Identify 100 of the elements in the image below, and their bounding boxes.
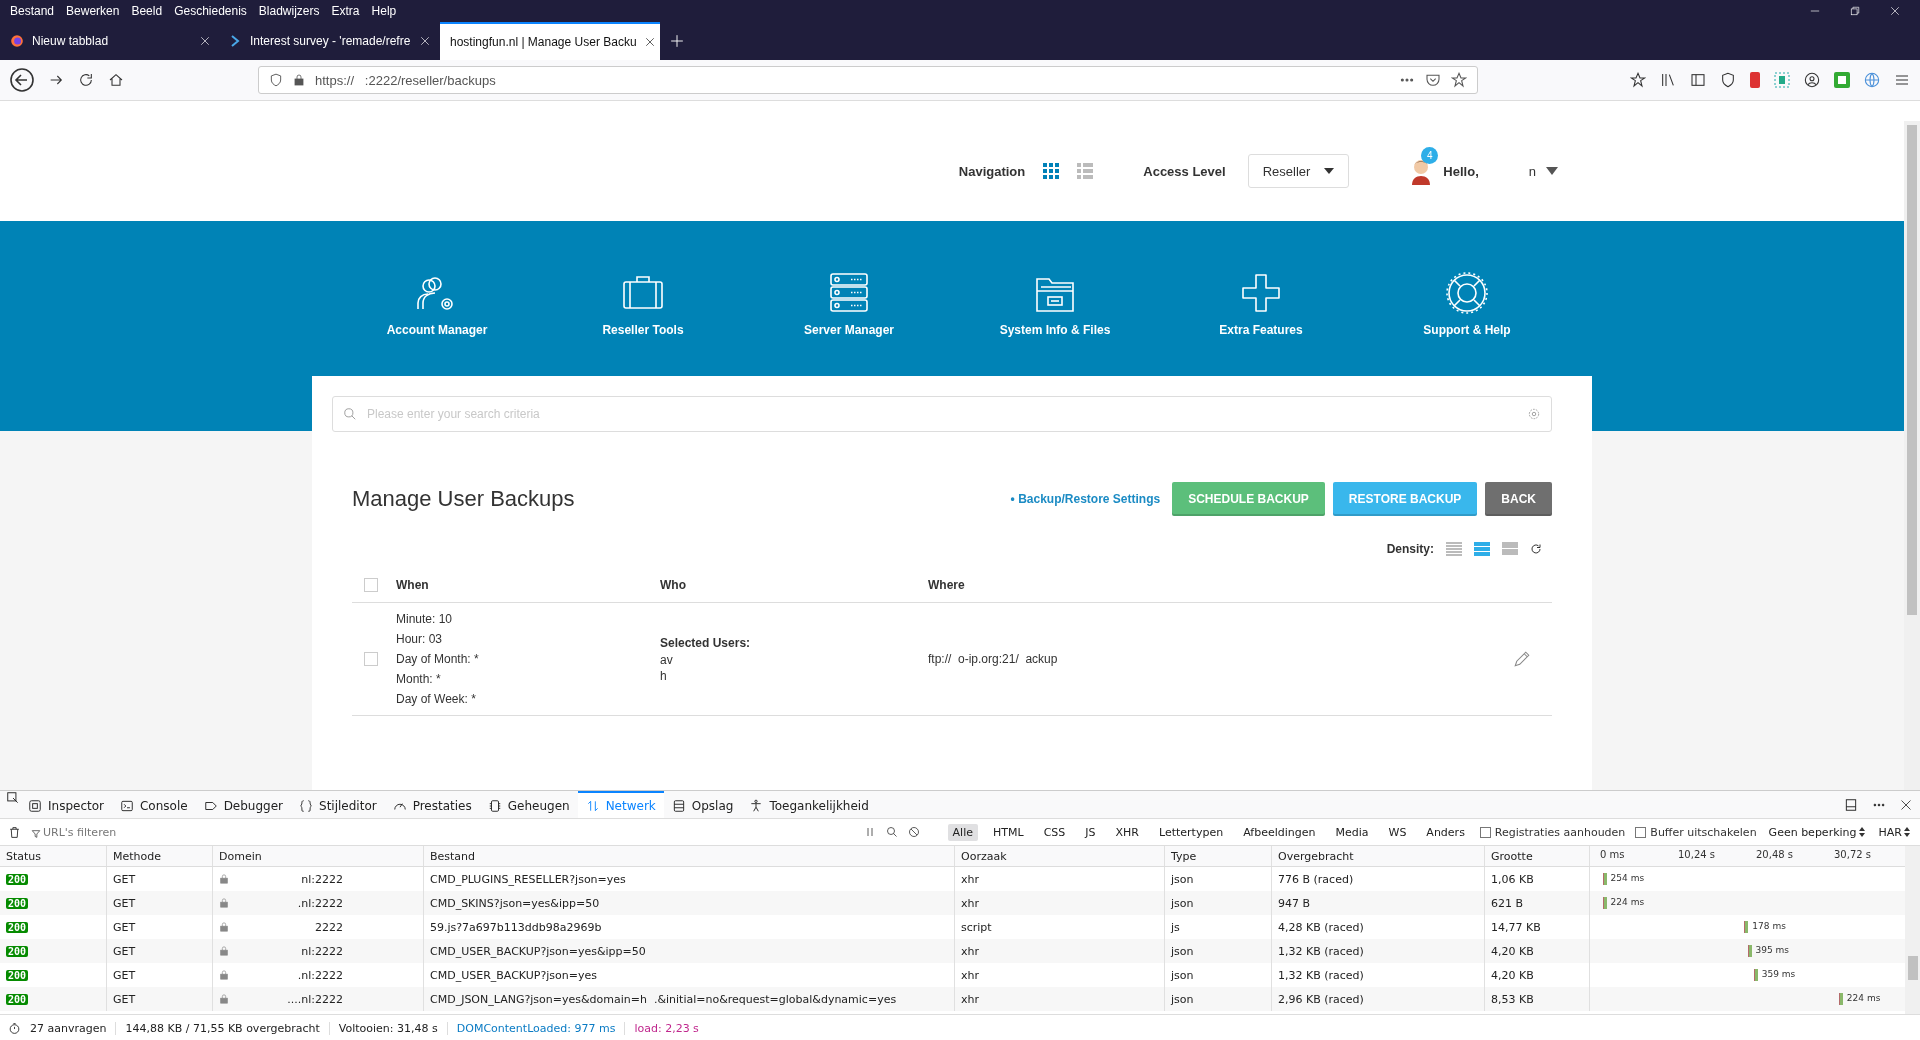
up-down-icon xyxy=(1904,827,1910,837)
close-icon xyxy=(1900,798,1912,811)
menu-item[interactable]: Geschiedenis xyxy=(168,4,253,18)
menu-item[interactable]: Bewerken xyxy=(60,4,126,18)
throttling-dropdown[interactable]: Geen beperking xyxy=(1766,825,1867,839)
figure-icon xyxy=(749,798,764,813)
fox-icon xyxy=(10,34,24,48)
devtools-tab[interactable]: Netwerk xyxy=(577,791,664,818)
globe-icon[interactable] xyxy=(1864,72,1880,88)
browser-tab[interactable]: hostingfun.nl | Manage User Backu xyxy=(440,22,660,60)
type-filter[interactable]: XHR xyxy=(1110,823,1144,841)
devtools-tab[interactable]: Toegankelijkheid xyxy=(741,791,877,818)
column-header[interactable]: Domein xyxy=(213,846,424,866)
settings-link[interactable]: • Backup/Restore Settings xyxy=(1010,492,1161,506)
devtools-tab[interactable]: Debugger xyxy=(195,791,292,818)
har-dropdown[interactable]: HAR xyxy=(1876,825,1912,839)
lock-icon xyxy=(219,994,229,1004)
scrollbar[interactable] xyxy=(1905,846,1920,1014)
grid-view-icon[interactable] xyxy=(1043,163,1060,179)
browser-tab[interactable]: Interest survey - 'remade/refre xyxy=(220,22,440,60)
user-name: h xyxy=(660,667,668,684)
menu-item[interactable]: Beeld xyxy=(125,4,169,18)
density-label: Density: xyxy=(1386,542,1434,556)
lock-icon xyxy=(219,898,229,908)
devtools-tab[interactable]: Geheugen xyxy=(479,791,578,818)
devtools-tab[interactable]: Inspector xyxy=(20,791,112,818)
close-icon xyxy=(644,37,655,47)
timing-bar xyxy=(1602,897,1607,909)
chevron-icon xyxy=(230,35,242,47)
timing-bar xyxy=(1838,993,1843,1005)
back-button[interactable]: BACK xyxy=(1485,482,1552,516)
address-bar[interactable]: https:// :2222/reseller/backups xyxy=(258,66,1478,94)
status-badge: 200 xyxy=(6,897,29,909)
type-filter[interactable]: HTML xyxy=(988,823,1029,841)
column-header[interactable]: Methode xyxy=(107,846,213,866)
access-level-dropdown[interactable]: Reseller xyxy=(1247,154,1350,188)
caret-icon xyxy=(1324,168,1335,174)
console-icon xyxy=(120,798,134,813)
lock-icon xyxy=(219,946,229,956)
type-filter[interactable]: Alle xyxy=(947,823,978,841)
column-header[interactable]: Overgebracht xyxy=(1272,846,1485,866)
type-filter[interactable]: Afbeeldingen xyxy=(1238,823,1321,841)
type-filter[interactable]: Lettertypen xyxy=(1153,823,1229,841)
table-cell: CMD_USER_BACKUP?json=yes&ipp=50 xyxy=(424,939,955,963)
column-header[interactable]: Type xyxy=(1165,846,1272,866)
devtools-tab[interactable]: Stijleditor xyxy=(291,791,385,818)
menu-item[interactable]: Extra xyxy=(325,4,366,18)
option-checkbox[interactable] xyxy=(1635,826,1647,838)
scrollbar[interactable] xyxy=(1904,121,1920,790)
nav-item[interactable]: Server Manager xyxy=(746,271,952,337)
list-view-icon[interactable] xyxy=(1077,163,1094,179)
devtools-tab[interactable]: Opslag xyxy=(663,791,742,818)
option-checkbox[interactable] xyxy=(1479,826,1491,838)
menu-item[interactable]: Help xyxy=(365,4,403,18)
type-filter[interactable]: JS xyxy=(1080,823,1101,841)
schedule-text: Minute: 10 xyxy=(396,611,454,627)
column-header[interactable]: Oorzaak xyxy=(955,846,1165,866)
menu-item[interactable]: Bestand xyxy=(4,4,61,18)
table-cell: json xyxy=(1165,891,1272,915)
column-header[interactable]: Grootte xyxy=(1485,846,1590,866)
menu-item[interactable]: Bladwijzers xyxy=(252,4,326,18)
nav-item[interactable]: System Info & Files xyxy=(952,271,1158,337)
table-cell: xhr xyxy=(955,891,1165,915)
type-filter[interactable]: Anders xyxy=(1421,823,1470,841)
close-icon xyxy=(200,36,210,46)
shield-icon xyxy=(1720,72,1736,88)
select-all-checkbox[interactable] xyxy=(364,578,378,592)
density-icon[interactable] xyxy=(1474,542,1490,556)
library-icon xyxy=(1660,72,1676,88)
edit-icon[interactable] xyxy=(1513,650,1531,668)
nav-item[interactable]: Extra Features xyxy=(1158,271,1364,337)
type-filter[interactable]: CSS xyxy=(1038,823,1071,841)
type-filter[interactable]: Media xyxy=(1330,823,1374,841)
devtools-tab[interactable]: Prestaties xyxy=(384,791,480,818)
devtools-tab[interactable]: Console xyxy=(112,791,196,818)
row-checkbox[interactable] xyxy=(364,652,378,666)
density-icon[interactable] xyxy=(1446,542,1462,556)
browser-tab[interactable]: Nieuw tabblad xyxy=(0,22,220,60)
load-time: load: 2,23 s xyxy=(624,1021,708,1035)
status-badge: 200 xyxy=(6,873,29,885)
lifebuoy-icon xyxy=(1445,271,1489,315)
extension-icon[interactable] xyxy=(1774,72,1790,88)
nav-item[interactable]: Support & Help xyxy=(1364,271,1570,337)
type-filter[interactable]: WS xyxy=(1383,823,1412,841)
table-cell: GET xyxy=(107,939,213,963)
column-header[interactable]: Status xyxy=(0,846,107,866)
nav-item[interactable]: Reseller Tools xyxy=(540,271,746,337)
extension-icon[interactable] xyxy=(1834,72,1850,88)
table-cell: CMD_SKINS?json=yes&ipp=50 xyxy=(424,891,955,915)
extension-icon[interactable] xyxy=(1750,72,1760,88)
table-cell: json xyxy=(1165,939,1272,963)
user-name: av xyxy=(660,651,674,668)
table-cell: xhr xyxy=(955,939,1165,963)
back-icon xyxy=(10,68,34,92)
new-tab-icon xyxy=(670,34,684,48)
duration-label: 224 ms xyxy=(1610,897,1645,907)
density-icon[interactable] xyxy=(1502,542,1518,556)
nav-item[interactable]: Account Manager xyxy=(334,271,540,337)
status-badge: 200 xyxy=(6,993,29,1005)
column-header[interactable]: Bestand xyxy=(424,846,955,866)
